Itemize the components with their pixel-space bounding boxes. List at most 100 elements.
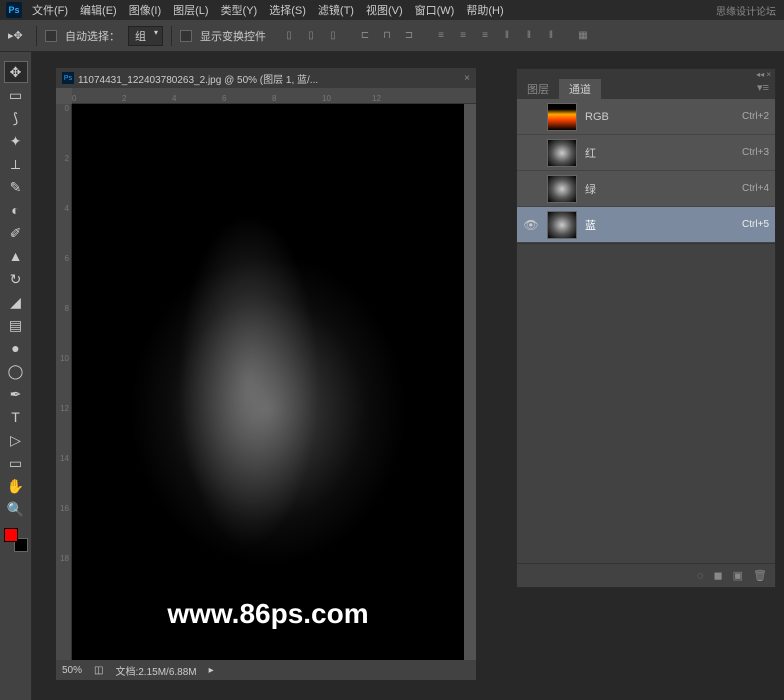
healing-tool[interactable]: ◐ xyxy=(4,199,28,221)
channel-red[interactable]: 红 Ctrl+3 xyxy=(517,135,775,171)
history-brush-tool[interactable]: ↻ xyxy=(4,268,28,290)
align-group-2: ⊏ ⊓ ⊐ xyxy=(356,27,418,45)
hand-tool[interactable]: ✋ xyxy=(4,475,28,497)
align-icon[interactable]: ▯ xyxy=(280,27,298,45)
3d-group: ▦ xyxy=(574,27,592,45)
group-dropdown[interactable]: 组 xyxy=(128,26,163,46)
channel-thumbnail xyxy=(547,103,577,131)
color-swatches[interactable] xyxy=(4,528,28,552)
pen-tool[interactable]: ✒ xyxy=(4,383,28,405)
panel-tabs: 图层 通道 ▾≡ xyxy=(517,79,775,99)
stamp-tool[interactable]: ▲ xyxy=(4,245,28,267)
chevron-right-icon[interactable]: ▸ xyxy=(209,665,214,676)
menu-select[interactable]: 选择(S) xyxy=(269,2,306,18)
eyedropper-tool[interactable]: ✎ xyxy=(4,176,28,198)
auto-select-checkbox[interactable] xyxy=(45,30,57,42)
close-icon[interactable]: × xyxy=(766,70,771,79)
channel-thumbnail xyxy=(547,175,577,203)
brush-tool[interactable]: ✐ xyxy=(4,222,28,244)
channel-shortcut: Ctrl+4 xyxy=(742,183,769,194)
panel-empty-area xyxy=(517,243,775,563)
channels-list: RGB Ctrl+2 红 Ctrl+3 绿 Ctrl+4 👁 蓝 Ctrl+5 xyxy=(517,99,775,243)
menu-bar: 文件(F) 编辑(E) 图像(I) 图层(L) 类型(Y) 选择(S) 滤镜(T… xyxy=(32,2,504,18)
channels-panel: ◂◂ × 图层 通道 ▾≡ RGB Ctrl+2 红 Ctrl+3 绿 Ctrl… xyxy=(516,68,776,588)
new-channel-icon[interactable]: ▣ xyxy=(733,569,743,582)
document-window: Ps 11074431_122403780263_2.jpg @ 50% (图层… xyxy=(56,68,476,680)
visibility-toggle[interactable] xyxy=(523,109,539,125)
distribute-icon[interactable]: ‖ xyxy=(542,27,560,45)
path-tool[interactable]: ▷ xyxy=(4,429,28,451)
menu-help[interactable]: 帮助(H) xyxy=(466,2,503,18)
blur-tool[interactable]: ● xyxy=(4,337,28,359)
crop-tool[interactable]: ⟂ xyxy=(4,153,28,175)
align-icon[interactable]: ⊏ xyxy=(356,27,374,45)
transform-checkbox[interactable] xyxy=(180,30,192,42)
align-group-1: ▯ ▯ ▯ xyxy=(280,27,342,45)
preview-icon[interactable]: ◫ xyxy=(94,665,103,676)
channel-blue[interactable]: 👁 蓝 Ctrl+5 xyxy=(517,207,775,243)
distribute-icon[interactable]: ≡ xyxy=(476,27,494,45)
collapse-icon[interactable]: ◂◂ xyxy=(756,70,764,79)
menu-type[interactable]: 类型(Y) xyxy=(221,2,258,18)
dodge-tool[interactable]: ◯ xyxy=(4,360,28,382)
eye-icon: 👁 xyxy=(523,218,538,232)
save-selection-icon[interactable]: ◼ xyxy=(713,569,722,582)
align-icon[interactable]: ▯ xyxy=(302,27,320,45)
menu-filter[interactable]: 滤镜(T) xyxy=(318,2,354,18)
toolbox: ✥ ▭ ⟆ ✦ ⟂ ✎ ◐ ✐ ▲ ↻ ◢ ▤ ● ◯ ✒ T ▷ ▭ ✋ 🔍 xyxy=(0,52,32,700)
distribute-group: ≡ ≡ ≡ ‖ ‖ ‖ xyxy=(432,27,560,45)
align-icon[interactable]: ⊐ xyxy=(400,27,418,45)
menu-file[interactable]: 文件(F) xyxy=(32,2,68,18)
channel-green[interactable]: 绿 Ctrl+4 xyxy=(517,171,775,207)
ruler-horizontal[interactable]: 024681012 xyxy=(72,88,476,104)
delete-channel-icon[interactable]: 🗑 xyxy=(753,569,767,582)
marquee-tool[interactable]: ▭ xyxy=(4,84,28,106)
channel-rgb[interactable]: RGB Ctrl+2 xyxy=(517,99,775,135)
gradient-tool[interactable]: ▤ xyxy=(4,314,28,336)
menu-view[interactable]: 视图(V) xyxy=(366,2,403,18)
channel-name: 红 xyxy=(585,145,734,161)
type-tool[interactable]: T xyxy=(4,406,28,428)
ruler-vertical[interactable]: 024681012141618 xyxy=(56,104,72,660)
file-info: 文档:2.15M/6.88M xyxy=(115,663,196,678)
visibility-toggle[interactable] xyxy=(523,145,539,161)
move-tool-icon: ▸✥ xyxy=(8,28,28,44)
distribute-icon[interactable]: ‖ xyxy=(498,27,516,45)
magic-wand-tool[interactable]: ✦ xyxy=(4,130,28,152)
tab-layers[interactable]: 图层 xyxy=(517,79,559,99)
lasso-tool[interactable]: ⟆ xyxy=(4,107,28,129)
3d-icon[interactable]: ▦ xyxy=(574,27,592,45)
channel-shortcut: Ctrl+5 xyxy=(742,219,769,230)
channel-shortcut: Ctrl+3 xyxy=(742,147,769,158)
foreground-color[interactable] xyxy=(4,528,18,542)
eraser-tool[interactable]: ◢ xyxy=(4,291,28,313)
zoom-tool[interactable]: 🔍 xyxy=(4,498,28,520)
canvas[interactable]: www.86ps.com xyxy=(72,104,464,660)
close-icon[interactable]: × xyxy=(464,73,470,84)
status-bar: 50% ◫ 文档:2.15M/6.88M ▸ xyxy=(56,660,476,680)
load-selection-icon[interactable]: ◌ xyxy=(697,570,704,582)
align-icon[interactable]: ▯ xyxy=(324,27,342,45)
visibility-toggle[interactable]: 👁 xyxy=(523,217,539,233)
transform-label: 显示变换控件 xyxy=(200,28,266,44)
align-icon[interactable]: ⊓ xyxy=(378,27,396,45)
panel-menu-icon[interactable]: ▾≡ xyxy=(751,79,775,99)
distribute-icon[interactable]: ≡ xyxy=(454,27,472,45)
tab-channels[interactable]: 通道 xyxy=(559,79,601,99)
divider xyxy=(171,26,172,46)
menu-window[interactable]: 窗口(W) xyxy=(415,2,455,18)
document-title: 11074431_122403780263_2.jpg @ 50% (图层 1,… xyxy=(78,71,318,86)
channel-name: 蓝 xyxy=(585,217,734,233)
move-tool[interactable]: ✥ xyxy=(4,61,28,83)
visibility-toggle[interactable] xyxy=(523,181,539,197)
menu-image[interactable]: 图像(I) xyxy=(129,2,161,18)
zoom-level[interactable]: 50% xyxy=(62,665,82,676)
distribute-icon[interactable]: ≡ xyxy=(432,27,450,45)
document-tab[interactable]: Ps 11074431_122403780263_2.jpg @ 50% (图层… xyxy=(56,68,476,88)
menu-layer[interactable]: 图层(L) xyxy=(173,2,208,18)
canvas-watermark: www.86ps.com xyxy=(167,598,368,630)
menu-edit[interactable]: 编辑(E) xyxy=(80,2,117,18)
distribute-icon[interactable]: ‖ xyxy=(520,27,538,45)
shape-tool[interactable]: ▭ xyxy=(4,452,28,474)
app-bar: Ps 文件(F) 编辑(E) 图像(I) 图层(L) 类型(Y) 选择(S) 滤… xyxy=(0,0,784,20)
